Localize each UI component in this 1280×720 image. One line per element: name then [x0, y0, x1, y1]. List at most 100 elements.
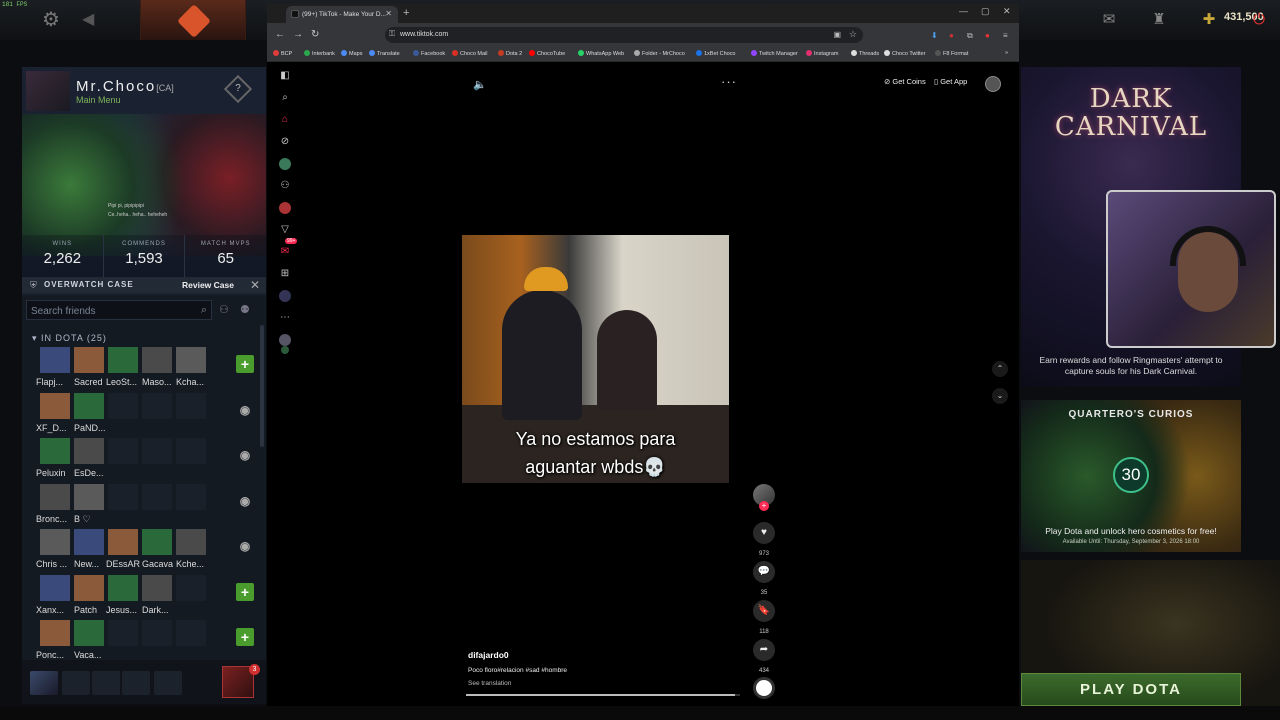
- reload-icon[interactable]: ↻: [311, 29, 319, 40]
- video-author[interactable]: difajardo0: [468, 650, 509, 660]
- previous-video-icon[interactable]: ⌃: [992, 361, 1008, 377]
- user-avatar[interactable]: [985, 76, 1001, 92]
- home-icon[interactable]: ⌂: [279, 114, 291, 126]
- extension-icon[interactable]: ●: [949, 31, 954, 40]
- next-video-icon[interactable]: ⌄: [992, 388, 1008, 404]
- search-icon[interactable]: ⌕: [279, 92, 291, 104]
- friend-avatar[interactable]: [74, 620, 104, 646]
- friend-avatar[interactable]: [142, 483, 172, 510]
- get-app-button[interactable]: ▯ Get App: [934, 77, 967, 91]
- friend-avatar[interactable]: [74, 438, 104, 464]
- more-bookmarks-icon[interactable]: »: [1005, 50, 1008, 56]
- friend-avatar[interactable]: [40, 574, 70, 601]
- bookmark-item[interactable]: ChocoTube: [529, 50, 565, 57]
- friend-avatar[interactable]: [40, 529, 70, 555]
- friend-name[interactable]: Sacred: [74, 377, 103, 387]
- friend-name[interactable]: Ponc...: [36, 650, 64, 660]
- friend-avatar[interactable]: [176, 529, 206, 555]
- save-action[interactable]: 🔖 118: [753, 600, 775, 635]
- url-text[interactable]: www.tiktok.com: [400, 31, 448, 38]
- profile-avatar-icon[interactable]: [279, 290, 291, 302]
- site-info-icon[interactable]: ⚿: [389, 29, 395, 39]
- volume-icon[interactable]: 🔈: [473, 78, 487, 91]
- party-slot-self[interactable]: [30, 671, 58, 695]
- search-friends-input[interactable]: [27, 302, 187, 321]
- friend-avatar[interactable]: [40, 347, 70, 373]
- messages-icon[interactable]: ✉: [279, 246, 291, 258]
- friend-avatar[interactable]: [40, 438, 70, 464]
- friend-avatar[interactable]: [142, 347, 172, 373]
- friend-avatar[interactable]: [108, 438, 138, 464]
- friend-name[interactable]: LeoSt...: [106, 377, 137, 387]
- back-icon[interactable]: ←: [275, 29, 285, 40]
- friend-avatar[interactable]: [108, 529, 138, 555]
- menu-icon[interactable]: ≡: [1003, 31, 1008, 40]
- friend-avatar[interactable]: [108, 620, 138, 646]
- video-player[interactable]: Ya no estamos para aguantar wbds💀: [462, 235, 729, 483]
- minimize-icon[interactable]: —: [959, 6, 968, 16]
- window-close-icon[interactable]: ✕: [1003, 6, 1011, 17]
- friend-name[interactable]: Dark...: [142, 605, 169, 615]
- friend-avatar[interactable]: [176, 620, 206, 646]
- friend-name[interactable]: Chris ...: [36, 559, 67, 569]
- friend-name[interactable]: EsDe...: [74, 468, 104, 478]
- invite-plus-icon[interactable]: +: [236, 628, 254, 646]
- video-progress[interactable]: [466, 694, 740, 696]
- friend-name[interactable]: DEssAR: [106, 559, 140, 569]
- invite-plus-icon[interactable]: +: [236, 355, 254, 373]
- profile-avatar[interactable]: [26, 71, 70, 111]
- friend-avatar[interactable]: [176, 483, 206, 510]
- profile-card[interactable]: Mr.Choco[CA] Main Menu ? Pipi pi, pipipi…: [22, 67, 266, 295]
- search-icon[interactable]: ⌕: [201, 304, 207, 317]
- sidebar-toggle-icon[interactable]: ◧: [279, 70, 291, 82]
- rank-badge-icon[interactable]: ?: [223, 74, 253, 104]
- upload-icon[interactable]: ⊞: [279, 268, 291, 280]
- friend-avatar[interactable]: [176, 392, 206, 419]
- friends-scrollbar[interactable]: [260, 325, 264, 447]
- following-avatar-icon[interactable]: [279, 158, 291, 170]
- address-bar[interactable]: ⚿ www.tiktok.com ▣ ☆: [385, 27, 863, 43]
- explore-icon[interactable]: ⊘: [279, 136, 291, 148]
- friend-avatar[interactable]: [74, 529, 104, 555]
- friend-avatar[interactable]: [74, 392, 104, 419]
- review-case-button[interactable]: Review Case: [182, 280, 234, 290]
- friend-avatar[interactable]: [40, 620, 70, 646]
- bookmark-item[interactable]: Folder - MrChoco: [634, 50, 685, 57]
- bookmark-item[interactable]: F8 Format: [935, 50, 968, 57]
- share-action[interactable]: ➦ 434: [753, 639, 775, 674]
- friend-name[interactable]: Patch: [74, 605, 97, 615]
- friend-avatar[interactable]: [142, 529, 172, 555]
- dota-logo[interactable]: [140, 0, 246, 40]
- power-icon[interactable]: ⏻: [1248, 9, 1270, 31]
- share-icon[interactable]: ➦: [753, 639, 775, 661]
- invite-plus-icon[interactable]: +: [236, 582, 254, 601]
- account-avatar-icon[interactable]: [279, 334, 291, 346]
- bookmark-item[interactable]: 1xBet Choco: [696, 50, 736, 57]
- bookmark-item[interactable]: Choco Mail: [452, 50, 488, 57]
- bookmark-item[interactable]: Dota 2: [498, 50, 522, 57]
- friend-name[interactable]: New...: [74, 559, 99, 569]
- comment-icon[interactable]: 💬: [753, 561, 775, 583]
- bookmark-item[interactable]: Threads: [851, 50, 879, 57]
- friend-avatar[interactable]: [142, 392, 172, 419]
- plus-badge-icon[interactable]: ✚: [1198, 9, 1220, 31]
- friends-settings-icon[interactable]: ⚉: [240, 303, 250, 316]
- friend-avatar[interactable]: [40, 483, 70, 510]
- armory-icon[interactable]: ♜: [1148, 9, 1170, 31]
- quarteros-curios-panel[interactable]: QUARTERO'S CURIOS 30 Play Dota and unloc…: [1021, 400, 1241, 552]
- friend-avatar[interactable]: [40, 392, 70, 419]
- friend-avatar[interactable]: [108, 392, 138, 419]
- friend-avatar[interactable]: [108, 347, 138, 373]
- friend-name[interactable]: Gacava: [142, 559, 173, 569]
- friend-avatar[interactable]: [176, 438, 206, 464]
- spectate-eye-icon[interactable]: ◉: [236, 446, 254, 464]
- bookmark-item[interactable]: Translate: [369, 50, 400, 57]
- bookmark-item[interactable]: Twitch Manager: [751, 50, 798, 57]
- add-friend-icon[interactable]: ⚇: [219, 303, 229, 316]
- profile-icon[interactable]: ●: [985, 31, 990, 40]
- bookmark-item[interactable]: BCP: [273, 50, 292, 57]
- maximize-icon[interactable]: ▢: [981, 6, 990, 17]
- tab-close-icon[interactable]: ✕: [385, 9, 392, 18]
- bookmark-item[interactable]: WhatsApp Web: [578, 50, 624, 57]
- friend-name[interactable]: Maso...: [142, 377, 172, 387]
